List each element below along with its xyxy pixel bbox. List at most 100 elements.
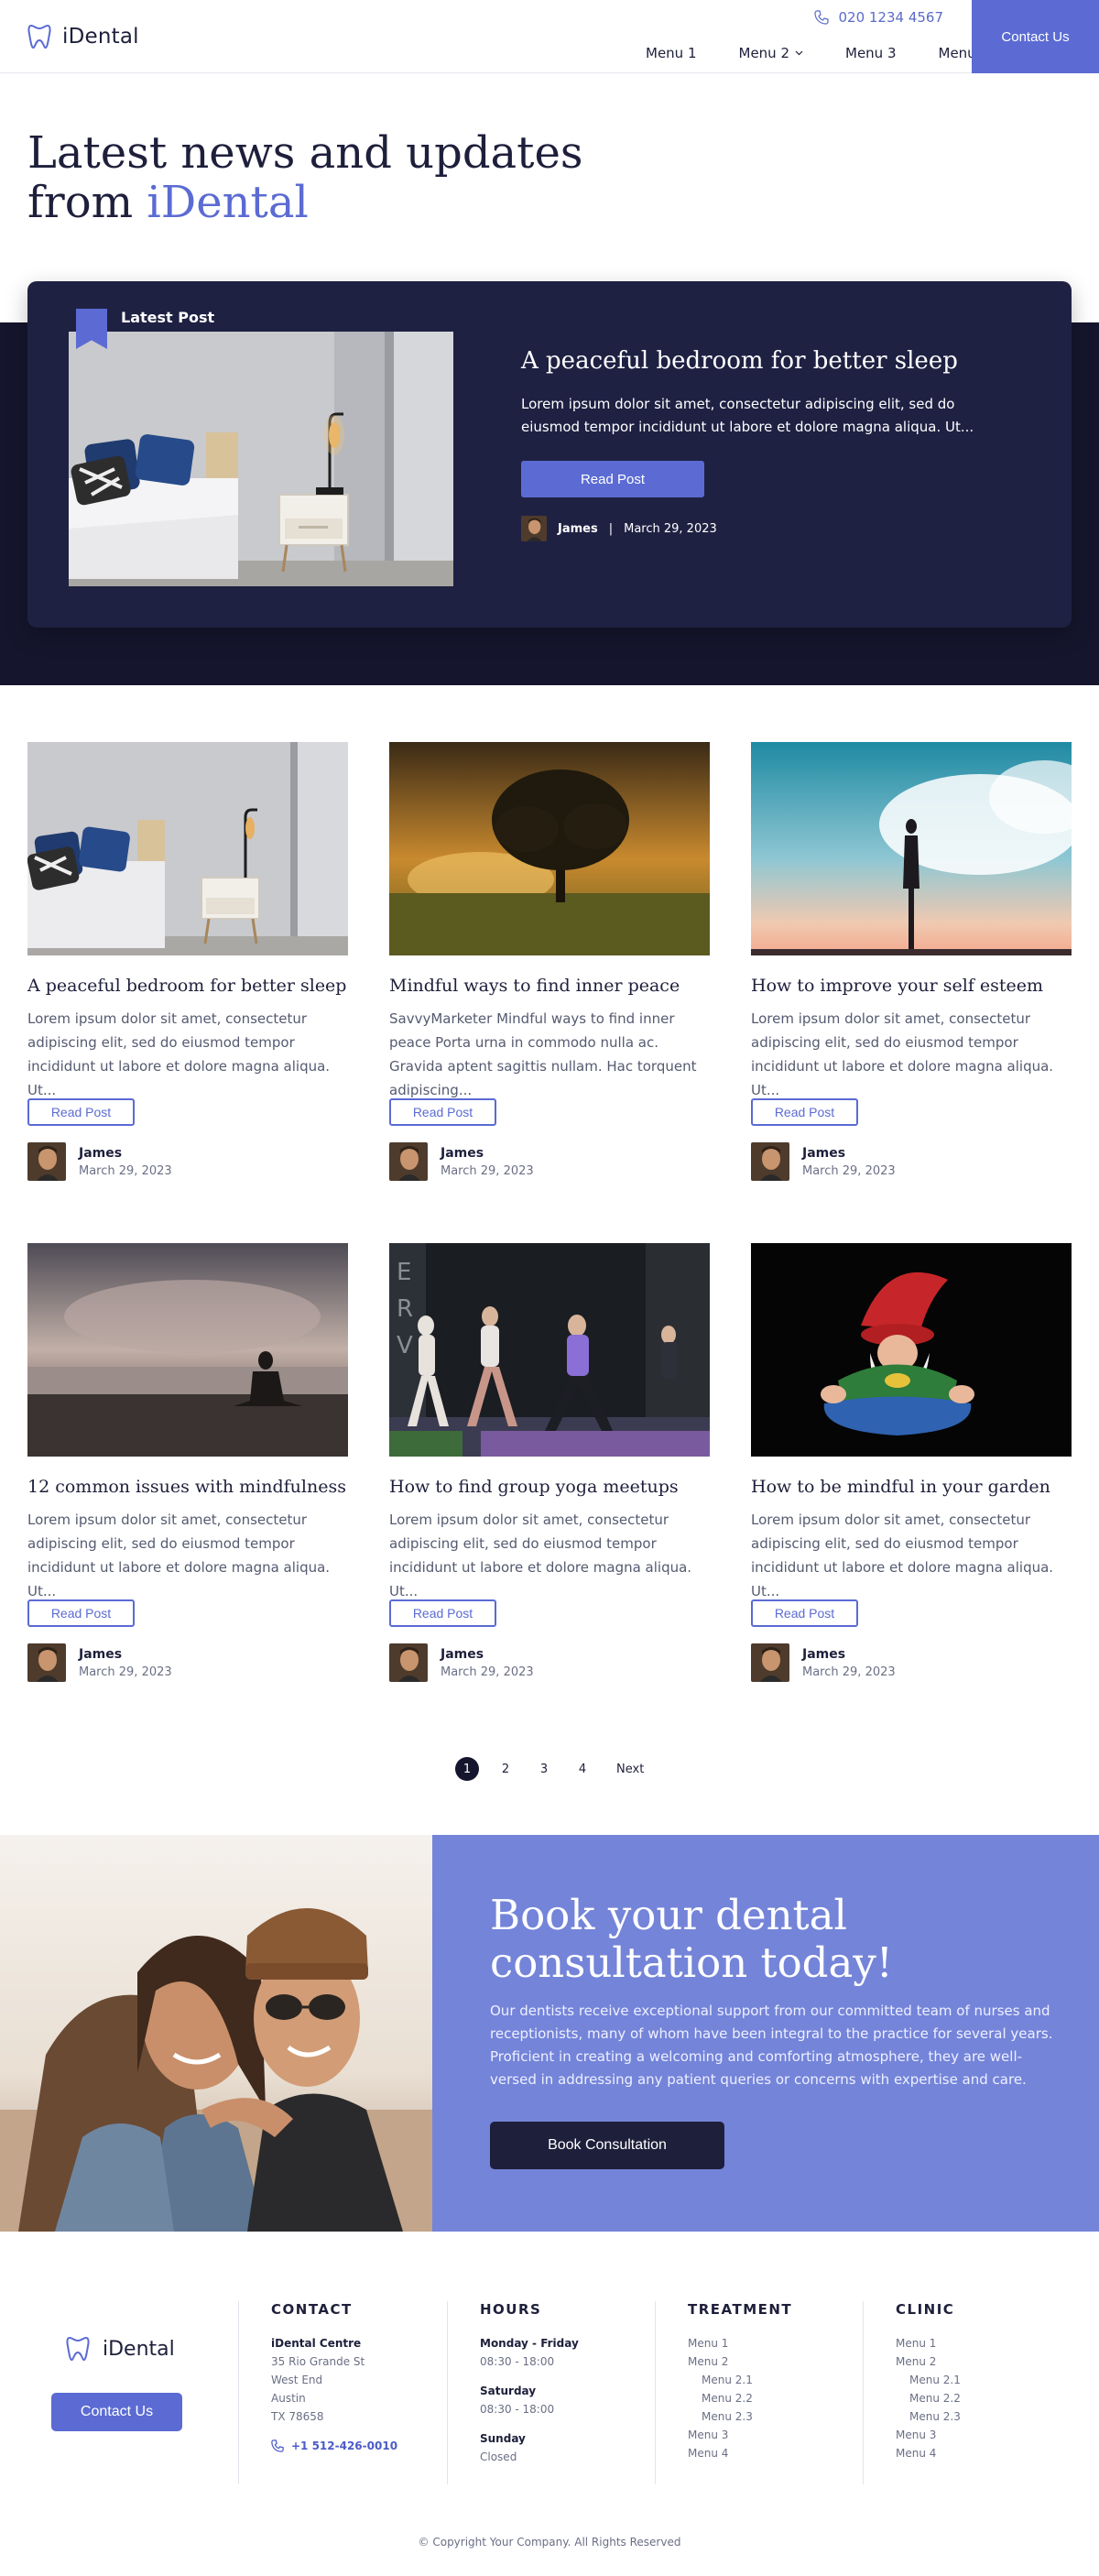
book-consultation-button[interactable]: Book Consultation xyxy=(490,2122,724,2169)
post-card: E R V How to find group yoga meetups Lorem i… xyxy=(389,1243,710,1682)
footer-phone-number: +1 512-426-0010 xyxy=(291,2440,398,2452)
meta-separator: | xyxy=(608,521,614,536)
post-thumbnail[interactable] xyxy=(751,742,1072,955)
footer-sublink[interactable]: Menu 2.1 xyxy=(896,2371,961,2389)
hours-group: Monday - Friday 08:30 - 18:00 xyxy=(480,2334,579,2371)
latest-author[interactable]: James xyxy=(558,522,598,536)
title-brand: iDental xyxy=(147,177,309,228)
latest-read-post-button[interactable]: Read Post xyxy=(521,461,704,497)
footer-sublink[interactable]: Menu 2.3 xyxy=(896,2407,961,2426)
post-author[interactable]: James xyxy=(441,1146,534,1161)
meta-text: James March 29, 2023 xyxy=(79,1647,172,1679)
page-2[interactable]: 2 xyxy=(494,1757,517,1781)
footer-phone[interactable]: +1 512-426-0010 xyxy=(271,2437,397,2455)
footer-link[interactable]: Menu 2 xyxy=(688,2352,792,2371)
page-1[interactable]: 1 xyxy=(455,1757,479,1781)
post-thumbnail[interactable] xyxy=(27,1243,348,1457)
friends-photo xyxy=(0,1835,432,2232)
site-logo[interactable]: iDental xyxy=(27,24,139,49)
read-post-button[interactable]: Read Post xyxy=(27,1098,135,1126)
post-author[interactable]: James xyxy=(441,1647,534,1662)
pagination: 1 2 3 4 Next xyxy=(455,1757,644,1781)
latest-post-title[interactable]: A peaceful bedroom for better sleep xyxy=(521,347,958,375)
site-header: iDental 020 1234 4567 Menu 1 Menu 2 Menu… xyxy=(0,0,1099,73)
post-author[interactable]: James xyxy=(802,1146,896,1161)
footer-heading: HOURS xyxy=(480,2301,542,2318)
meta-text: James March 29, 2023 xyxy=(802,1647,896,1679)
post-card: How to be mindful in your garden Lorem ip… xyxy=(751,1243,1072,1682)
phone-number: 020 1234 4567 xyxy=(838,9,943,26)
post-title[interactable]: 12 common issues with mindfulness xyxy=(27,1477,348,1497)
read-post-button[interactable]: Read Post xyxy=(389,1098,496,1126)
read-post-button[interactable]: Read Post xyxy=(751,1098,858,1126)
contact-us-button[interactable]: Contact Us xyxy=(972,0,1099,73)
footer-sublink[interactable]: Menu 2.3 xyxy=(688,2407,792,2426)
footer-link[interactable]: Menu 1 xyxy=(688,2334,792,2352)
logo-text: iDental xyxy=(62,25,139,49)
nav-menu-3[interactable]: Menu 3 xyxy=(845,45,897,61)
author-avatar xyxy=(27,1643,66,1682)
nav-menu-1[interactable]: Menu 1 xyxy=(646,45,697,61)
post-date: March 29, 2023 xyxy=(79,1163,172,1178)
footer-logo-text: iDental xyxy=(103,2337,175,2361)
author-avatar xyxy=(389,1142,428,1181)
post-card: Mindful ways to find inner peace SavvyMar… xyxy=(389,742,710,1181)
post-title[interactable]: How to find group yoga meetups xyxy=(389,1477,710,1497)
treatment-links: Menu 1 Menu 2 Menu 2.1 Menu 2.2 Menu 2.3… xyxy=(688,2334,792,2462)
tooth-logo-icon xyxy=(66,2336,90,2361)
hours-time: Closed xyxy=(480,2450,517,2463)
page-3[interactable]: 3 xyxy=(532,1757,556,1781)
footer-link[interactable]: Menu 3 xyxy=(896,2426,961,2444)
contact-details: iDental Centre 35 Rio Grande St West End… xyxy=(271,2334,397,2455)
post-author[interactable]: James xyxy=(79,1647,172,1662)
main-nav: Menu 1 Menu 2 Menu 3 Menu 4 xyxy=(646,45,989,61)
read-post-button[interactable]: Read Post xyxy=(389,1599,496,1627)
post-date: March 29, 2023 xyxy=(441,1163,534,1178)
page-4[interactable]: 4 xyxy=(571,1757,594,1781)
post-excerpt: Lorem ipsum dolor sit amet, consectetur … xyxy=(751,1512,1054,1599)
post-title[interactable]: Mindful ways to find inner peace xyxy=(389,976,710,996)
meta-text: James March 29, 2023 xyxy=(441,1647,534,1679)
post-thumbnail[interactable] xyxy=(389,742,710,955)
footer-sublink[interactable]: Menu 2.1 xyxy=(688,2371,792,2389)
footer-sublink[interactable]: Menu 2.2 xyxy=(688,2389,792,2407)
footer-link[interactable]: Menu 4 xyxy=(688,2444,792,2462)
post-meta: James March 29, 2023 xyxy=(389,1142,710,1181)
hours-group: Sunday Closed xyxy=(480,2429,579,2466)
page-title: Latest news and updates from iDental xyxy=(27,128,583,227)
latest-post-image[interactable] xyxy=(69,332,453,586)
footer-sublink[interactable]: Menu 2.2 xyxy=(896,2389,961,2407)
post-date: March 29, 2023 xyxy=(802,1665,896,1679)
read-post-button[interactable]: Read Post xyxy=(27,1599,135,1627)
header-phone[interactable]: 020 1234 4567 xyxy=(814,9,943,26)
cta-title: Book your dental consultation today! xyxy=(490,1892,893,1987)
address-line: Austin xyxy=(271,2392,306,2405)
footer-link[interactable]: Menu 4 xyxy=(896,2444,961,2462)
post-title[interactable]: How to be mindful in your garden xyxy=(751,1477,1072,1497)
post-title[interactable]: A peaceful bedroom for better sleep xyxy=(27,976,348,996)
nav-menu-2[interactable]: Menu 2 xyxy=(739,45,804,61)
footer-contact-us-button[interactable]: Contact Us xyxy=(51,2393,182,2431)
post-meta: James March 29, 2023 xyxy=(27,1142,348,1181)
chevron-down-icon xyxy=(795,50,803,56)
post-title[interactable]: How to improve your self esteem xyxy=(751,976,1072,996)
footer-link[interactable]: Menu 1 xyxy=(896,2334,961,2352)
post-author[interactable]: James xyxy=(79,1146,172,1161)
footer-clinic-column: CLINIC Menu 1 Menu 2 Menu 2.1 Menu 2.2 M… xyxy=(863,2301,961,2484)
footer-treatment-column: TREATMENT Menu 1 Menu 2 Menu 2.1 Menu 2.… xyxy=(655,2301,792,2484)
footer-link[interactable]: Menu 3 xyxy=(688,2426,792,2444)
post-thumbnail[interactable] xyxy=(751,1243,1072,1457)
address-line: West End xyxy=(271,2374,323,2386)
footer-logo[interactable]: iDental xyxy=(66,2336,175,2362)
footer-heading: CLINIC xyxy=(896,2301,955,2318)
author-avatar xyxy=(389,1643,428,1682)
footer-link[interactable]: Menu 2 xyxy=(896,2352,961,2371)
next-page-link[interactable]: Next xyxy=(616,1763,644,1776)
post-author[interactable]: James xyxy=(802,1647,896,1662)
post-thumbnail[interactable]: ERV xyxy=(389,1243,710,1457)
read-post-button[interactable]: Read Post xyxy=(751,1599,858,1627)
author-avatar xyxy=(751,1643,789,1682)
author-avatar xyxy=(751,1142,789,1181)
post-thumbnail[interactable] xyxy=(27,742,348,955)
nav-label: Menu 3 xyxy=(845,45,897,61)
